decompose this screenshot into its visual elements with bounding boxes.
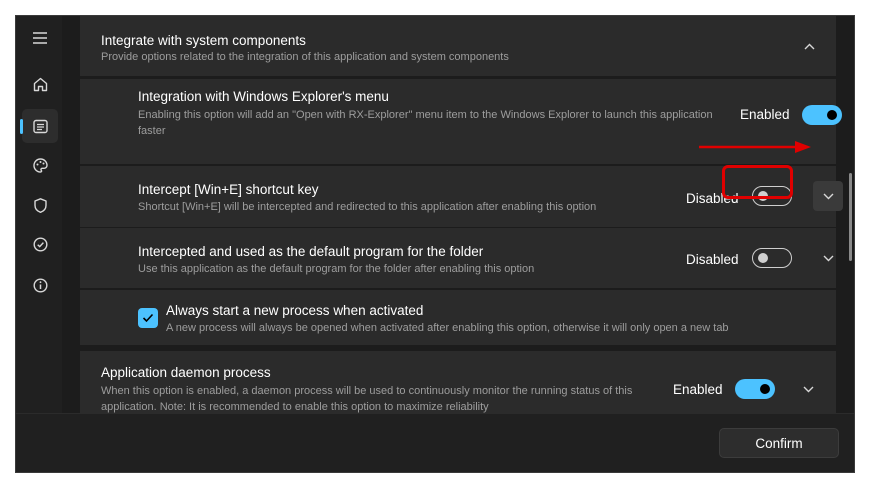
settings-panel-icon — [32, 119, 48, 133]
default-folder-title: Intercepted and used as the default prog… — [138, 244, 484, 259]
checkmark-icon — [142, 313, 154, 323]
new-process-setting: Always start a new process when activate… — [80, 290, 836, 345]
chevron-up-icon — [804, 43, 814, 49]
explorer-menu-toggle[interactable] — [802, 105, 842, 125]
menu-icon — [33, 32, 47, 44]
explorer-menu-description: Enabling this option will add an "Open w… — [138, 109, 713, 137]
daemon-toggle[interactable] — [735, 379, 775, 399]
palette-icon — [32, 157, 48, 173]
default-folder-expand-button[interactable] — [817, 247, 839, 269]
default-folder-setting: Intercepted and used as the default prog… — [80, 228, 836, 288]
chevron-down-icon — [803, 386, 813, 392]
annotation-highlight-box — [722, 165, 793, 199]
integrate-description: Provide options related to the integrati… — [101, 51, 509, 63]
settings-window: Integrate with system components Provide… — [16, 16, 854, 472]
explorer-menu-state: Enabled — [740, 107, 790, 122]
check-circle-icon — [32, 236, 48, 252]
win-e-title: Intercept [Win+E] shortcut key — [138, 182, 319, 197]
personalization-button[interactable] — [22, 148, 58, 182]
win-e-description: Shortcut [Win+E] will be intercepted and… — [138, 201, 597, 213]
settings-panel-button[interactable] — [20, 109, 58, 143]
daemon-title: Application daemon process — [101, 365, 271, 380]
home-button[interactable] — [22, 67, 58, 101]
explorer-menu-setting: Integration with Windows Explorer's menu… — [80, 79, 842, 164]
toggle-knob — [760, 384, 770, 394]
default-folder-description: Use this application as the default prog… — [138, 263, 535, 275]
settings-content[interactable]: Integrate with system components Provide… — [62, 16, 854, 413]
toggle-knob — [827, 110, 837, 120]
new-process-title: Always start a new process when activate… — [166, 303, 424, 318]
chevron-down-icon — [823, 193, 833, 199]
security-button[interactable] — [22, 188, 58, 222]
default-folder-state: Disabled — [686, 252, 739, 267]
new-process-checkbox[interactable] — [138, 308, 158, 328]
status-button[interactable] — [22, 227, 58, 261]
dialog-footer: Confirm — [16, 413, 854, 472]
about-button[interactable] — [22, 268, 58, 302]
new-process-description: A new process will always be opened when… — [166, 322, 729, 334]
default-folder-toggle[interactable] — [752, 248, 792, 268]
confirm-button[interactable]: Confirm — [719, 428, 839, 458]
toggle-knob — [758, 253, 768, 263]
daemon-setting: Application daemon process When this opt… — [80, 351, 836, 413]
menu-button[interactable] — [22, 21, 58, 55]
vertical-scrollbar[interactable] — [849, 173, 852, 261]
daemon-expand-button[interactable] — [797, 378, 819, 400]
daemon-state: Enabled — [673, 382, 723, 397]
navigation-rail — [16, 16, 62, 472]
chevron-down-icon — [823, 255, 833, 261]
integrate-section-header[interactable]: Integrate with system components Provide… — [80, 16, 836, 76]
explorer-menu-title: Integration with Windows Explorer's menu — [138, 89, 389, 104]
home-icon — [33, 77, 47, 91]
integrate-title: Integrate with system components — [101, 33, 306, 48]
win-e-expand-button[interactable] — [813, 181, 843, 211]
info-icon — [32, 277, 48, 293]
integrate-collapse-button[interactable] — [798, 35, 820, 57]
shield-icon — [33, 197, 47, 213]
daemon-description: When this option is enabled, a daemon pr… — [101, 385, 633, 413]
